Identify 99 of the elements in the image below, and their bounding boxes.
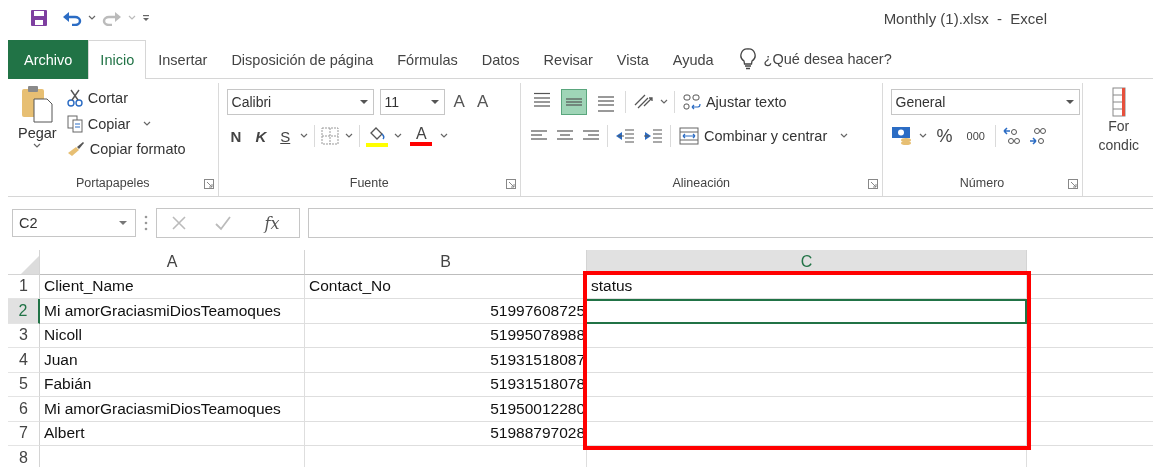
row-header[interactable]: 2 xyxy=(8,299,40,324)
currency-icon[interactable] xyxy=(890,125,913,147)
percent-button[interactable]: % xyxy=(932,125,957,147)
table-cell[interactable]: 51995078988 xyxy=(305,323,587,348)
table-cell[interactable]: 51988797028 xyxy=(305,421,587,446)
dialog-launcher-icon[interactable] xyxy=(505,179,516,189)
table-icon xyxy=(1111,87,1126,117)
file-tab[interactable]: Archivo xyxy=(8,40,89,79)
dropdown-arrow-icon xyxy=(119,220,127,226)
table-cell[interactable]: Contact_No xyxy=(305,274,587,299)
ribbon-tab[interactable]: Ayuda xyxy=(660,40,726,79)
scissors-icon xyxy=(66,89,83,107)
font-size-dropdown[interactable]: 11 xyxy=(379,89,445,115)
ribbon-tab[interactable]: Datos xyxy=(469,40,532,79)
bold-button[interactable]: N xyxy=(226,125,246,147)
ribbon-tab[interactable]: Inicio xyxy=(88,40,147,79)
caret-icon xyxy=(128,15,136,21)
dialog-launcher-icon[interactable] xyxy=(1067,179,1078,189)
row-header[interactable]: 7 xyxy=(8,421,40,446)
table-cell[interactable]: 51931518078 xyxy=(305,372,587,397)
paste-button[interactable]: Pegar xyxy=(16,83,59,176)
dialog-launcher-icon[interactable] xyxy=(203,179,214,189)
table-cell[interactable]: Juan xyxy=(40,348,305,373)
redo-icon xyxy=(102,10,122,26)
row-header[interactable]: 6 xyxy=(8,397,40,422)
merge-center-button[interactable]: Combinar y centrar xyxy=(676,125,851,147)
dropdown-arrow-icon xyxy=(1065,99,1074,105)
format-painter-button[interactable]: Copiar formato xyxy=(64,139,188,159)
dropdown-arrow-icon xyxy=(359,99,368,105)
table-cell[interactable]: Nicoll xyxy=(40,323,305,348)
row-header[interactable]: 4 xyxy=(8,348,40,373)
formula-input[interactable] xyxy=(308,208,1153,238)
grip-icon xyxy=(144,215,148,231)
caret-icon[interactable] xyxy=(300,133,309,139)
group-label: Número xyxy=(959,176,1005,190)
caret-icon xyxy=(840,133,849,139)
table-cell[interactable] xyxy=(587,299,1027,324)
caret-icon[interactable] xyxy=(345,133,354,139)
increase-decimal-icon[interactable] xyxy=(1001,126,1022,146)
decrease-decimal-icon[interactable] xyxy=(1027,126,1048,146)
search-field[interactable]: ¿Qué desea hacer? xyxy=(763,51,914,67)
decrease-font-size-button[interactable]: A xyxy=(473,92,492,112)
font-name-dropdown[interactable]: Calibri xyxy=(226,89,374,115)
table-cell[interactable]: 51931518087 xyxy=(305,348,587,373)
fill-color-icon[interactable] xyxy=(366,125,389,147)
conditional-format-button[interactable]: For condic xyxy=(1092,83,1145,196)
underline-button[interactable]: S xyxy=(276,125,295,147)
dropdown-arrow-icon xyxy=(430,99,439,105)
caret-icon[interactable] xyxy=(88,15,96,21)
caret-icon[interactable] xyxy=(394,133,403,139)
font-color-button[interactable]: A xyxy=(408,126,435,146)
copy-button[interactable]: Copiar xyxy=(64,113,188,135)
insert-function-button[interactable]: fx xyxy=(258,212,286,234)
align-middle-button[interactable] xyxy=(560,89,587,115)
column-header[interactable]: B xyxy=(305,250,587,275)
number-format-dropdown[interactable]: General xyxy=(890,89,1080,115)
column-header[interactable]: A xyxy=(40,250,305,275)
table-cell[interactable]: Albert xyxy=(40,421,305,446)
table-cell[interactable]: Mi amorGraciasmiDiosTeamoques xyxy=(40,397,305,422)
table-cell[interactable]: Client_Name xyxy=(40,274,305,299)
table-cell[interactable]: Mi amorGraciasmiDiosTeamoques xyxy=(40,299,305,324)
table-cell[interactable]: 51950012280 xyxy=(305,397,587,422)
increase-font-size-button[interactable]: A xyxy=(450,92,468,112)
row-header[interactable]: 8 xyxy=(8,446,40,467)
group-label: Alineación xyxy=(672,176,731,190)
table-cell[interactable]: 51997608725 xyxy=(305,299,587,324)
row-header[interactable]: 5 xyxy=(8,372,40,397)
ribbon-tab[interactable]: Vista xyxy=(604,40,661,79)
clipboard-icon xyxy=(20,85,55,123)
caret-icon[interactable] xyxy=(918,133,927,139)
save-icon[interactable] xyxy=(30,9,48,27)
caret-icon[interactable] xyxy=(659,99,668,105)
cut-button[interactable]: Cortar xyxy=(64,87,188,109)
group-label: Fuente xyxy=(349,176,389,190)
caret-icon[interactable] xyxy=(440,133,449,139)
table-cell[interactable]: Fabián xyxy=(40,372,305,397)
caret-icon xyxy=(33,143,42,149)
lightbulb-icon[interactable] xyxy=(739,48,756,70)
italic-button[interactable]: K xyxy=(251,125,271,147)
copy-icon xyxy=(66,115,83,133)
window-title: Monthly (1).xlsx - Excel xyxy=(883,9,1047,27)
wrap-text-button[interactable]: Ajustar texto xyxy=(680,91,789,113)
table-cell[interactable]: status xyxy=(587,274,1027,299)
thousands-separator-button[interactable]: 000 xyxy=(962,130,989,142)
ribbon-tab[interactable]: Insertar xyxy=(146,40,220,79)
ribbon-tab[interactable]: Disposición de página xyxy=(219,40,386,79)
name-box[interactable]: C2 xyxy=(12,209,136,237)
ribbon-tab[interactable]: Revisar xyxy=(531,40,605,79)
ribbon-tab[interactable]: Fórmulas xyxy=(385,40,470,79)
merge-cells-icon xyxy=(678,127,699,145)
caret-icon xyxy=(143,121,152,127)
undo-icon[interactable] xyxy=(62,10,82,26)
customize-icon[interactable] xyxy=(142,14,150,22)
paintbrush-icon xyxy=(66,141,85,157)
dialog-launcher-icon[interactable] xyxy=(867,179,878,189)
wrap-text-icon xyxy=(682,93,701,111)
increase-indent-icon[interactable] xyxy=(641,126,664,146)
row-header[interactable]: 3 xyxy=(8,323,40,348)
group-label: Portapapeles xyxy=(75,176,150,190)
